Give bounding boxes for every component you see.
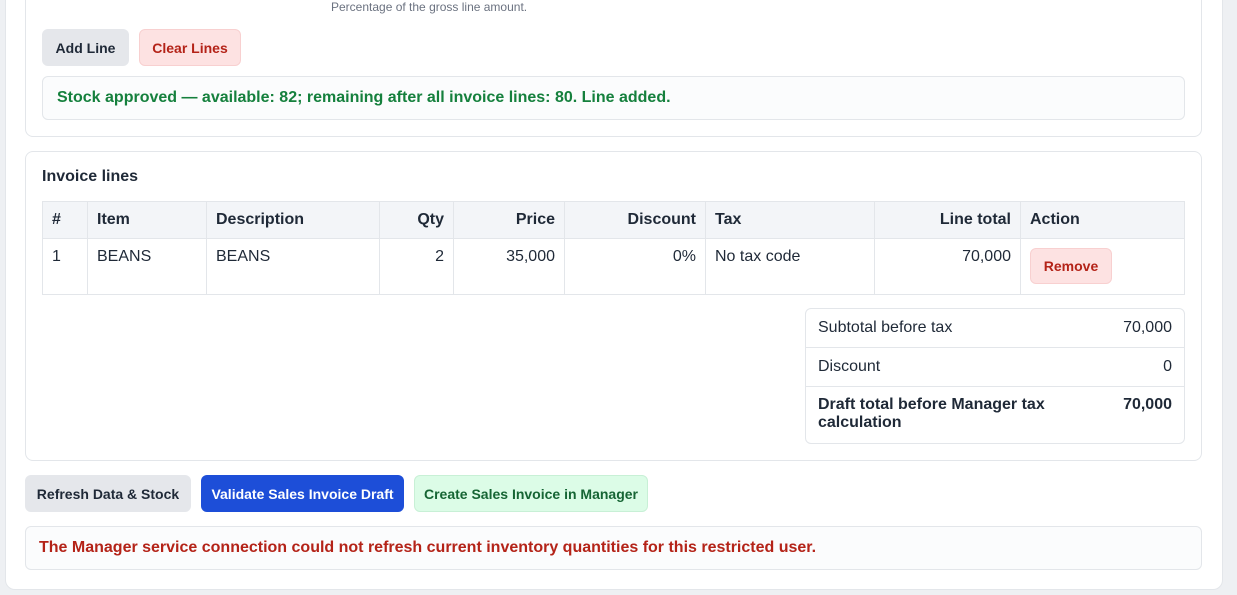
subtotal-label: Subtotal before tax bbox=[818, 319, 953, 336]
remove-line-button[interactable]: Remove bbox=[1030, 248, 1112, 284]
col-header-discount: Discount bbox=[564, 201, 706, 239]
discount-hint: Percentage of the gross line amount. bbox=[331, 0, 528, 14]
col-header-price: Price bbox=[453, 201, 565, 239]
col-header-item: Item bbox=[87, 201, 207, 239]
connection-error-text: The Manager service connection could not… bbox=[39, 539, 817, 556]
totals-box: Subtotal before tax 70,000 Discount 0 Dr… bbox=[805, 308, 1185, 444]
table-row: 1 BEANS BEANS 2 35,000 0% No tax code 70… bbox=[42, 238, 1185, 295]
discount-row: Discount 0 bbox=[806, 348, 1184, 387]
draft-total-row: Draft total before Manager tax calculati… bbox=[806, 387, 1184, 443]
invoice-lines-table: # Item Description Qty Price Discount Ta… bbox=[42, 201, 1185, 295]
draft-total-value: 70,000 bbox=[1123, 396, 1172, 413]
refresh-data-button[interactable]: Refresh Data & Stock bbox=[25, 475, 191, 512]
stock-status-text: Stock approved — available: 82; remainin… bbox=[57, 89, 671, 106]
cell-index: 1 bbox=[42, 238, 88, 295]
clear-lines-button[interactable]: Clear Lines bbox=[139, 29, 241, 66]
validate-draft-button[interactable]: Validate Sales Invoice Draft bbox=[201, 475, 404, 512]
cell-qty: 2 bbox=[379, 238, 454, 295]
col-header-index: # bbox=[42, 201, 88, 239]
col-header-description: Description bbox=[206, 201, 380, 239]
connection-error-message: The Manager service connection could not… bbox=[25, 526, 1202, 570]
col-header-line-total: Line total bbox=[874, 201, 1021, 239]
cell-line-total: 70,000 bbox=[874, 238, 1021, 295]
cell-price: 35,000 bbox=[453, 238, 565, 295]
stock-status-message: Stock approved — available: 82; remainin… bbox=[42, 76, 1185, 120]
discount-label: Discount bbox=[818, 358, 881, 375]
create-invoice-button[interactable]: Create Sales Invoice in Manager bbox=[414, 475, 648, 512]
invoice-lines-title: Invoice lines bbox=[42, 168, 139, 185]
col-header-action: Action bbox=[1020, 201, 1185, 239]
cell-item: BEANS bbox=[87, 238, 207, 295]
cell-discount: 0% bbox=[564, 238, 706, 295]
col-header-tax: Tax bbox=[705, 201, 875, 239]
discount-value: 0 bbox=[1163, 358, 1172, 375]
add-line-button[interactable]: Add Line bbox=[42, 29, 129, 66]
cell-description: BEANS bbox=[206, 238, 380, 295]
draft-total-label: Draft total before Manager tax calculati… bbox=[818, 396, 1045, 431]
cell-tax: No tax code bbox=[705, 238, 875, 295]
cell-action: Remove bbox=[1020, 238, 1185, 295]
table-header-row: # Item Description Qty Price Discount Ta… bbox=[42, 201, 1185, 239]
subtotal-value: 70,000 bbox=[1123, 319, 1172, 336]
subtotal-row: Subtotal before tax 70,000 bbox=[806, 309, 1184, 348]
col-header-qty: Qty bbox=[379, 201, 454, 239]
